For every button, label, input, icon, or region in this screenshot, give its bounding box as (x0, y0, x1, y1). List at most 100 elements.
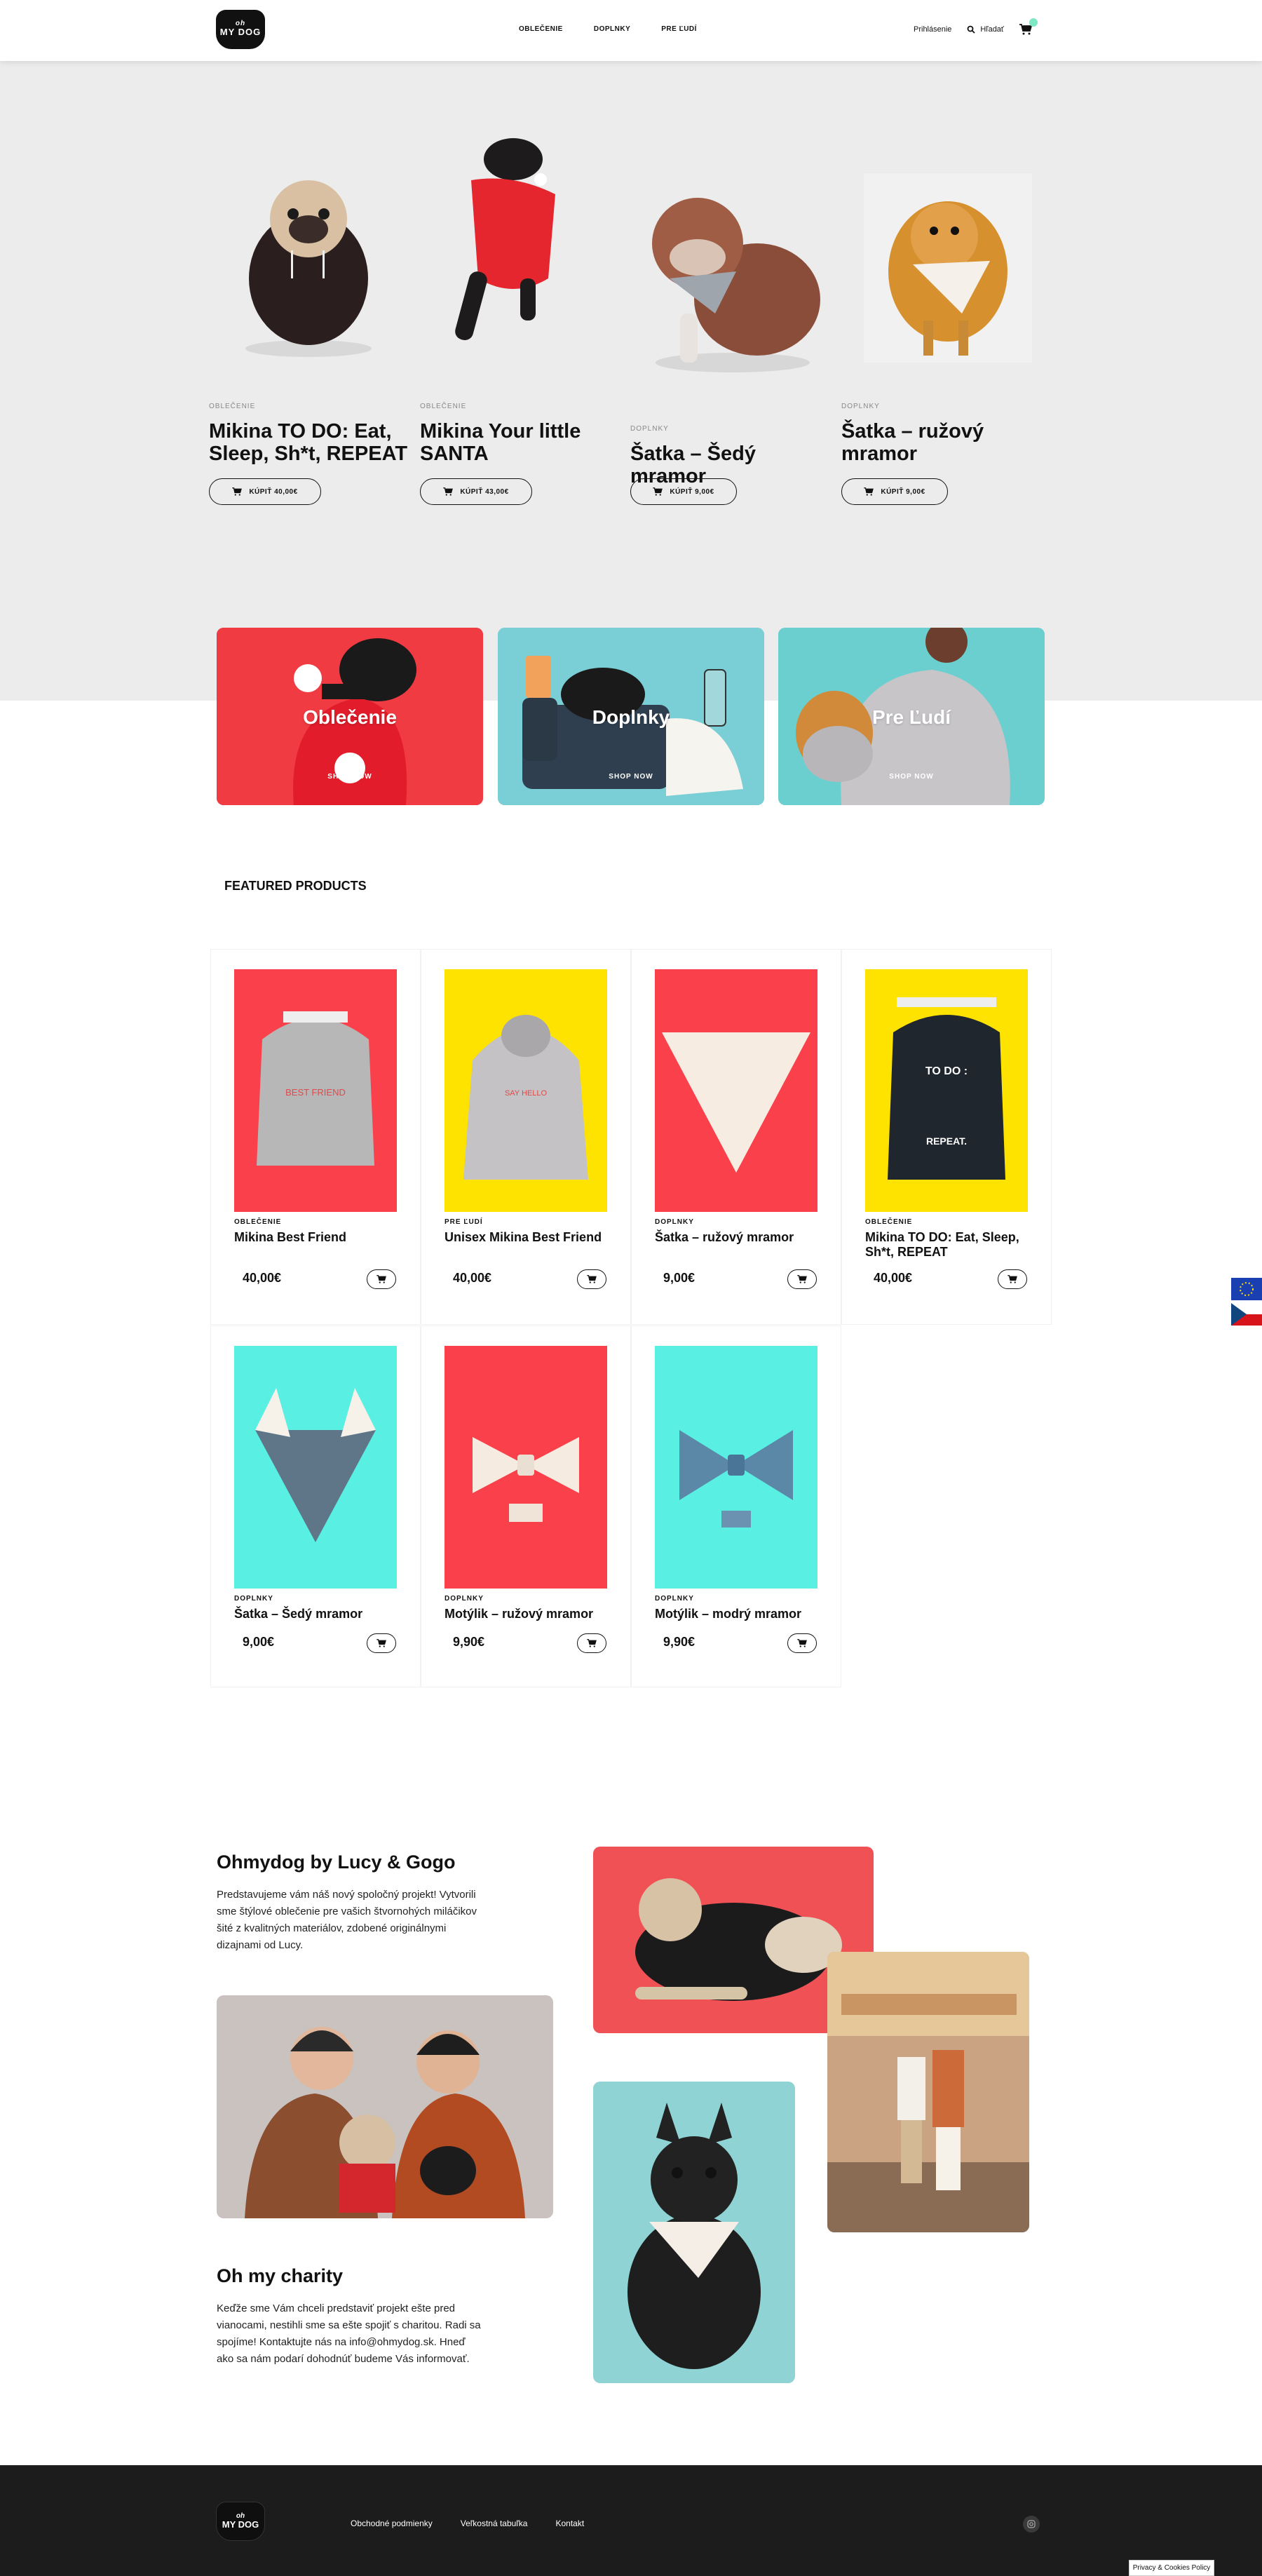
svg-text:SAY HELLO: SAY HELLO (505, 1089, 548, 1098)
charity-title: Oh my charity (217, 2265, 344, 2286)
photo-women-with-dogs-image (217, 1995, 553, 2218)
product-category: DOPLNKY (234, 1595, 273, 1603)
add-to-cart-button[interactable] (367, 1269, 396, 1289)
product-price: 9,00€ (243, 1635, 275, 1649)
cart-icon (376, 1639, 386, 1647)
hero-category: DOPLNKY (630, 425, 669, 433)
add-to-cart-button[interactable] (998, 1269, 1027, 1289)
nav-item-oblecenie[interactable]: OBLEČENIE (519, 25, 563, 33)
hero-image-english-bulldog (652, 198, 820, 372)
product-price: 9,90€ (663, 1635, 696, 1649)
hero-buy-button[interactable]: KÚPIŤ 9,00€ (841, 478, 948, 505)
tile-label: Oblečenie (303, 706, 397, 728)
hero-buy-label: KÚPIŤ 9,00€ (670, 487, 714, 496)
hero-category: DOPLNKY (841, 403, 880, 410)
svg-text:TO DO :: TO DO : (925, 1065, 968, 1077)
product-name[interactable]: Motýlik – ružový mramor (445, 1607, 613, 1621)
hero-buy-button[interactable]: KÚPIŤ 9,00€ (630, 478, 737, 505)
footer-link-size-chart[interactable]: Veľkostná tabuľka (461, 2518, 528, 2528)
cart-icon (797, 1639, 807, 1647)
footer-links: Obchodné podmienky Veľkostná tabuľka Kon… (351, 2518, 584, 2528)
instagram-link[interactable] (1023, 2516, 1040, 2533)
product-card[interactable]: SAY HELLO PRE ĽUDÍ Unisex Mikina Best Frie… (421, 949, 631, 1325)
product-category: DOPLNKY (655, 1218, 694, 1226)
category-tile-doplnky[interactable]: Doplnky SHOP NOW (498, 628, 764, 805)
product-name[interactable]: Šatka – Šedý mramor (234, 1607, 402, 1621)
product-image[interactable] (655, 969, 817, 1212)
photo-frenchie-aqua (593, 2082, 795, 2383)
product-card[interactable]: DOPLNKY Šatka – Šedý mramor 9,00€ (210, 1326, 421, 1687)
cart-icon (232, 487, 243, 496)
product-card[interactable]: DOPLNKY Motýlik – modrý mramor 9,90€ (631, 1326, 841, 1687)
product-card[interactable]: DOPLNKY Šatka – ružový mramor 9,00€ (631, 949, 841, 1325)
add-to-cart-button[interactable] (367, 1633, 396, 1653)
cart-icon (587, 1639, 597, 1647)
cz-flag-icon (1231, 1303, 1262, 1326)
product-name[interactable]: Unisex Mikina Best Friend (445, 1230, 613, 1245)
search-link[interactable]: Hľadať (967, 25, 1004, 34)
tile-shop-now[interactable]: SHOP NOW (778, 773, 1045, 781)
search-icon (968, 25, 976, 34)
hero-buy-button[interactable]: KÚPIŤ 40,00€ (209, 478, 321, 505)
product-image[interactable]: SAY HELLO (445, 969, 607, 1212)
hero-image-bulldog-red (455, 138, 555, 341)
cookie-policy-link[interactable]: Privacy & Cookies Policy (1129, 2560, 1214, 2576)
charity-text: Keďže sme Vám chceli predstaviť projekt … (217, 2302, 481, 2365)
login-link[interactable]: Prihlásenie (914, 25, 951, 34)
hero-title[interactable]: Mikina Your little SANTA (420, 420, 623, 465)
hero-category: OBLEČENIE (420, 403, 467, 410)
photo-frenchie-aqua-image (593, 2082, 795, 2383)
category-tile-oblecenie[interactable]: Oblečenie SHOP NOW (217, 628, 483, 805)
cart-icon (1007, 1275, 1017, 1283)
category-tile-pre-ludi[interactable]: Pre Ľudí SHOP NOW (778, 628, 1045, 805)
add-to-cart-button[interactable] (787, 1633, 817, 1653)
hero-title[interactable]: Šatka – ružový mramor (841, 420, 1045, 465)
nav-item-pre-ludi[interactable]: PRE ĽUDÍ (661, 25, 697, 33)
product-price: 40,00€ (243, 1271, 282, 1285)
tile-shop-now[interactable]: SHOP NOW (217, 773, 483, 781)
product-category: PRE ĽUDÍ (445, 1218, 483, 1226)
product-card[interactable]: DOPLNKY Motýlik – ružový mramor 9,90€ (421, 1326, 631, 1687)
product-category: DOPLNKY (445, 1595, 484, 1603)
language-flag-eu[interactable] (1231, 1278, 1262, 1300)
instagram-icon (1027, 2520, 1036, 2528)
about-title: Ohmydog by Lucy & Gogo (217, 1852, 456, 1873)
site-logo[interactable]: oh MY DOG (216, 10, 265, 49)
product-image[interactable]: TO DO : REPEAT. (865, 969, 1028, 1212)
hero-slider: OBLEČENIE Mikina TO DO: Eat, Sleep, Sh*t… (0, 61, 1262, 701)
product-image[interactable] (234, 1346, 397, 1589)
tile-shop-now[interactable]: SHOP NOW (498, 773, 764, 781)
add-to-cart-button[interactable] (577, 1269, 606, 1289)
hero-buy-label: KÚPIŤ 43,00€ (460, 487, 509, 496)
cart-icon (797, 1275, 807, 1283)
product-image[interactable] (445, 1346, 607, 1589)
cart-icon (864, 487, 874, 496)
tile-label: Doplnky (592, 706, 670, 728)
product-category: DOPLNKY (655, 1595, 694, 1603)
hero-image-pug (245, 180, 372, 357)
cart-icon (443, 487, 454, 496)
product-name[interactable]: Šatka – ružový mramor (655, 1230, 823, 1245)
svg-text:REPEAT.: REPEAT. (926, 1135, 967, 1147)
product-name[interactable]: Motýlik – modrý mramor (655, 1607, 823, 1621)
svg-text:BEST FRIEND: BEST FRIEND (285, 1087, 346, 1098)
footer-link-terms[interactable]: Obchodné podmienky (351, 2518, 433, 2528)
cart-button[interactable] (1019, 18, 1038, 35)
site-footer: oh MY DOG Obchodné podmienky Veľkostná t… (0, 2465, 1262, 2576)
product-card[interactable]: TO DO : REPEAT. OBLEČENIE Mikina TO DO: Eat… (841, 949, 1052, 1325)
hero-title[interactable]: Mikina TO DO: Eat, Sleep, Sh*t, REPEAT (209, 420, 412, 465)
nav-item-doplnky[interactable]: DOPLNKY (594, 25, 630, 33)
product-image[interactable]: BEST FRIEND (234, 969, 397, 1212)
product-card[interactable]: BEST FRIEND OBLEČENIE Mikina Best Friend 40… (210, 949, 421, 1325)
photo-couple-carousel-image (827, 1952, 1029, 2232)
language-flag-cz[interactable] (1231, 1303, 1262, 1326)
footer-logo[interactable]: oh MY DOG (216, 2502, 265, 2541)
add-to-cart-button[interactable] (577, 1633, 606, 1653)
product-image[interactable] (655, 1346, 817, 1589)
footer-link-contact[interactable]: Kontakt (555, 2518, 584, 2528)
hero-buy-button[interactable]: KÚPIŤ 43,00€ (420, 478, 532, 505)
product-name[interactable]: Mikina TO DO: Eat, Sleep, Sh*t, REPEAT (865, 1230, 1033, 1260)
product-name[interactable]: Mikina Best Friend (234, 1230, 402, 1245)
add-to-cart-button[interactable] (787, 1269, 817, 1289)
search-label: Hľadať (980, 25, 1005, 34)
